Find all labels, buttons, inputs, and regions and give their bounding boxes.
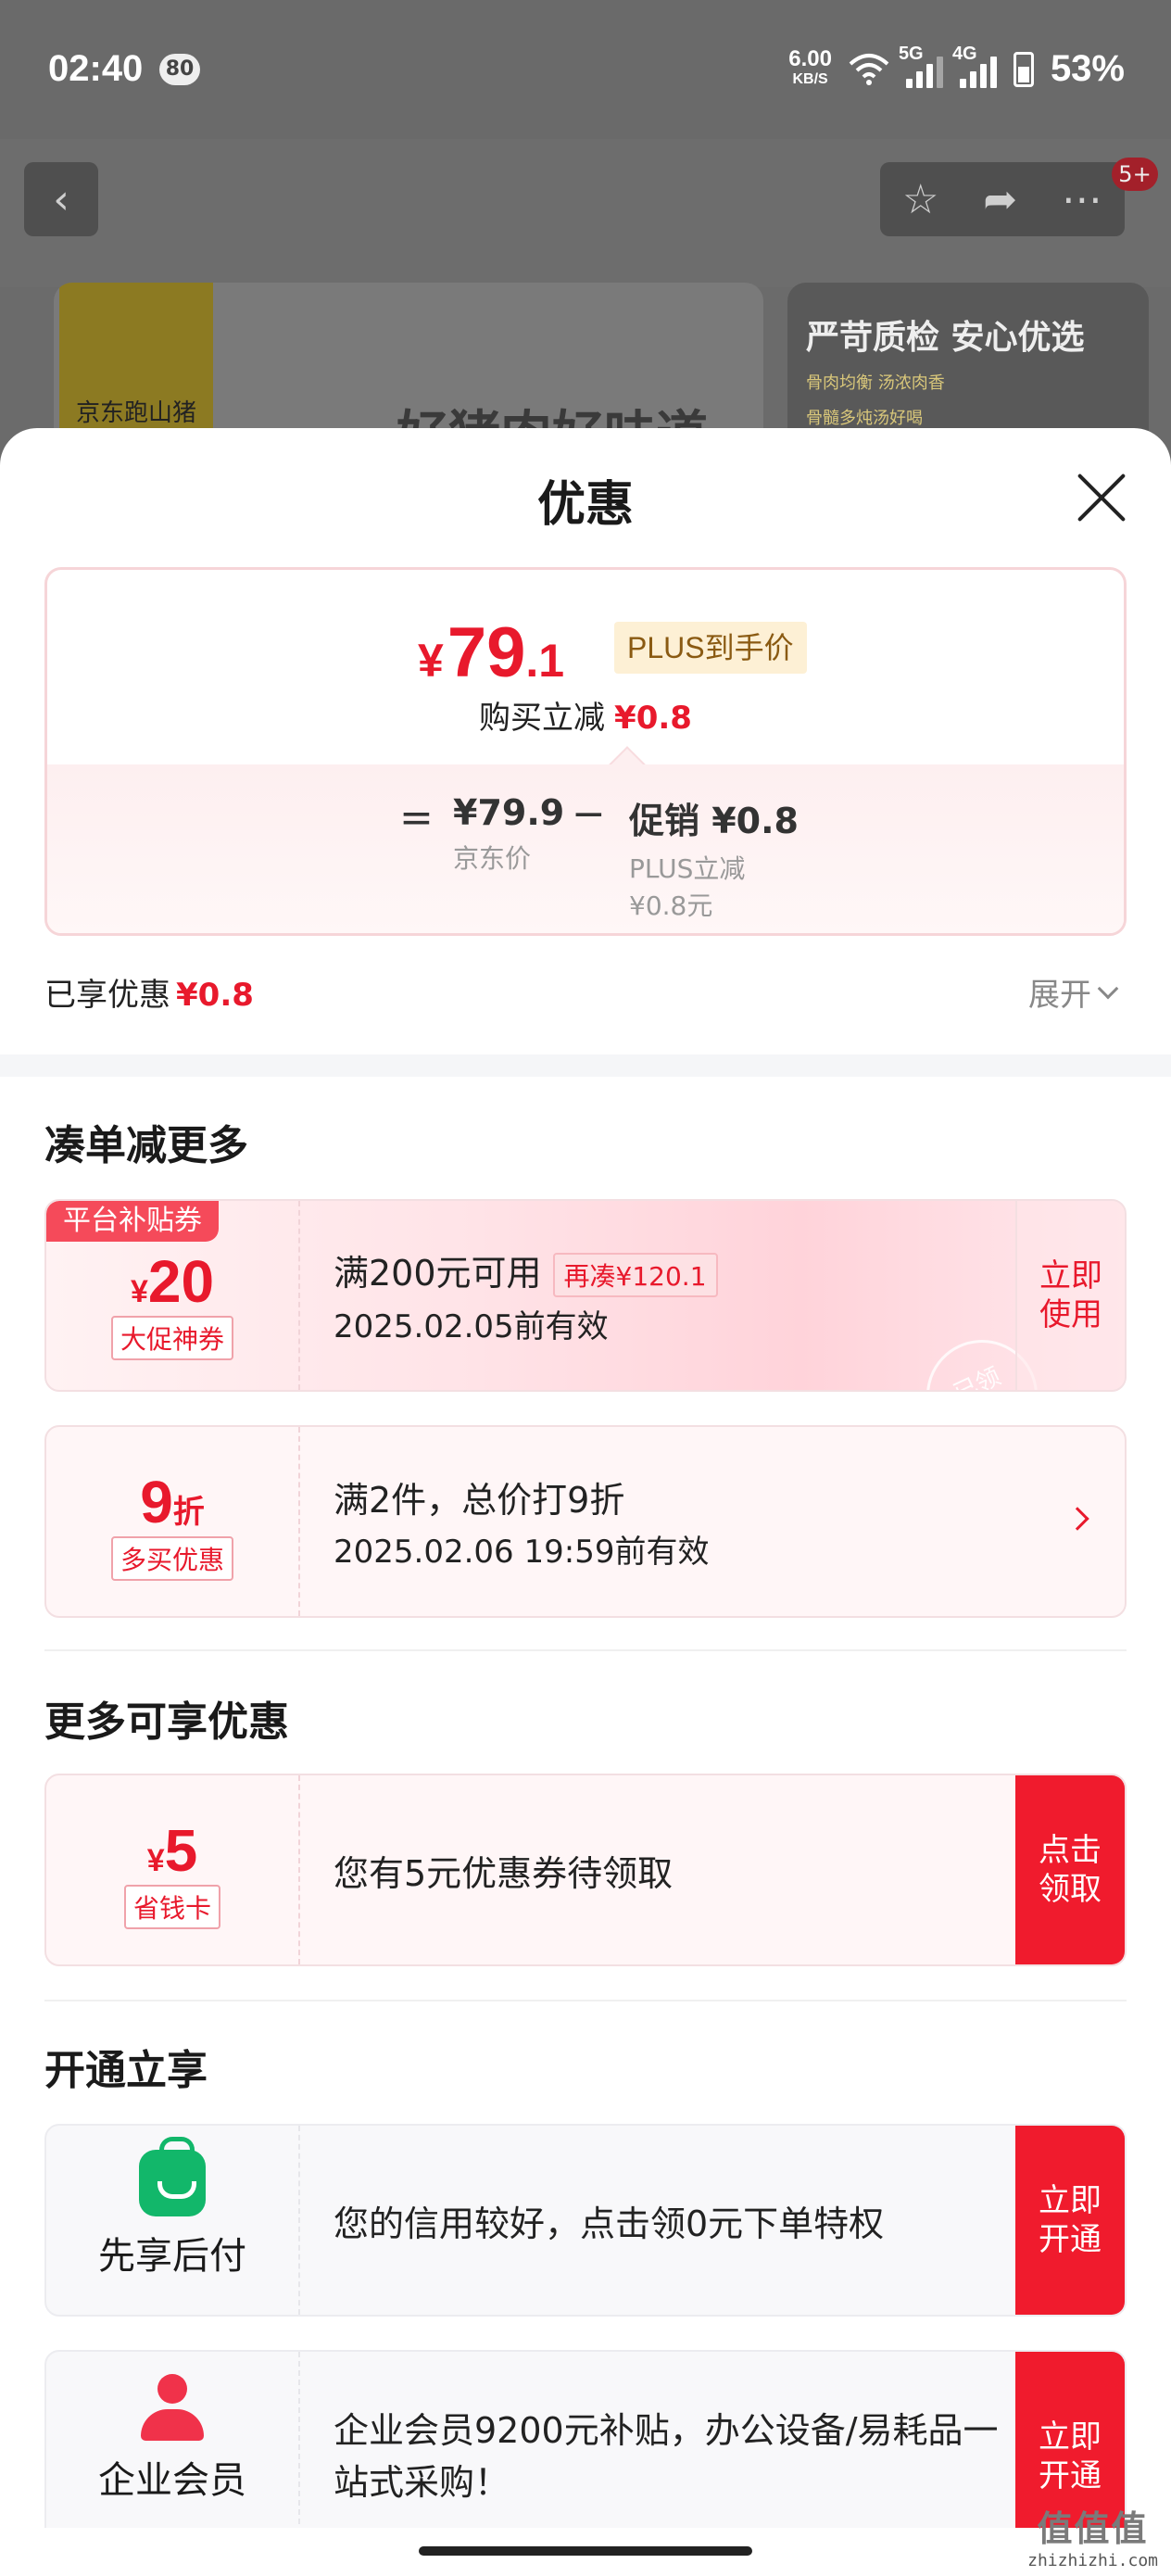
coupon-expiry: 2025.02.05前有效 [334, 1308, 609, 1346]
chevron-right-icon [1065, 1507, 1089, 1531]
pay-later-desc: 您的信用较好，点击领0元下单特权 [334, 2203, 885, 2244]
separator [44, 2000, 1127, 2001]
saving-card-details: 您有5元优惠券待领取 [334, 1775, 673, 1964]
chevron-down-icon [1097, 978, 1119, 999]
use-now-button[interactable]: 立即 使用 [1015, 1201, 1125, 1390]
status-time: 02:40 [48, 48, 144, 89]
separator [44, 1649, 1127, 1651]
jd-price: ¥79.9 京东价 [453, 792, 565, 874]
plus-price-tag: PLUS到手价 [614, 622, 807, 674]
coupon-amount: ¥20 [130, 1248, 215, 1315]
wifi-icon [849, 53, 889, 85]
coupon-gap-tag: 再凑¥120.1 [552, 1253, 718, 1298]
discount-expiry: 2025.02.06 19:59前有效 [334, 1534, 710, 1571]
claim-button[interactable]: 点击 领取 [1015, 1775, 1125, 1964]
sheet-title: 优惠 [536, 477, 634, 533]
coupon-value: 平台补贴券 ¥20 大促神券 [46, 1201, 300, 1390]
top-actions: ☆ ➦ ⋯ [880, 162, 1125, 236]
section-title-more: 更多可享优惠 [44, 1698, 289, 1746]
platform-coupon[interactable]: 平台补贴券 ¥20 大促神券 满200元可用 再凑¥120.1 2025.02.0… [44, 1199, 1127, 1392]
section-title-combine: 凑单减更多 [44, 1122, 248, 1169]
shopping-bag-icon [139, 2137, 206, 2216]
more-icon[interactable]: ⋯ [1062, 176, 1102, 223]
enterprise-desc: 企业会员9200元补贴，办公设备/易耗品一站式采购！ [334, 2410, 999, 2503]
saving-card-message: 您有5元优惠券待领取 [334, 1852, 674, 1894]
quality-chip: 骨髓多炖汤好喝 [806, 409, 923, 428]
quality-banner-title: 严苛质检 安心优选 [806, 319, 1085, 357]
coupon-corner-tag: 平台补贴券 [46, 1201, 219, 1242]
price-formula: = ¥79.9 京东价 − 促销 ¥0.8 PLUS立减 ¥0.8元 [47, 764, 1124, 933]
status-bar: 02:40 80 6.00 KB/S 5G 4G 53% [0, 0, 1171, 139]
battery-icon [1013, 51, 1034, 87]
coupon-condition: 满200元可用 [334, 1252, 542, 1294]
network-speed: 6.00 KB/S [788, 45, 832, 87]
status-badge: 80 [159, 54, 200, 85]
promo-discount: 促销 ¥0.8 PLUS立减 ¥0.8元 [629, 801, 799, 921]
discount-sheet: 优惠 ¥79.1 PLUS到手价 购买立减 ¥0.8 = ¥79.9 京东价 − … [0, 428, 1171, 2576]
enjoyed-discount: 已享优惠 ¥0.8 [44, 977, 254, 1014]
section-title-activate: 开通立享 [44, 2047, 208, 2094]
equals-sign: = [399, 794, 434, 841]
discount-condition: 满2件，总价打9折 [334, 1480, 625, 1521]
pay-later-service[interactable]: 先享后付 您的信用较好，点击领0元下单特权 立即 开通 [44, 2124, 1127, 2317]
pay-later-name: 先享后付 [98, 2235, 246, 2278]
home-indicator[interactable] [419, 2546, 752, 2556]
pay-later-badge: 先享后付 [46, 2126, 300, 2315]
instant-discount: 购买立减 ¥0.8 [479, 700, 692, 737]
watermark: 值值值 zhizhizhi.com [1027, 2508, 1158, 2570]
saving-card[interactable]: ¥5 省钱卡 您有5元优惠券待领取 点击 领取 [44, 1774, 1127, 1966]
chevron-left-icon: ‹ [53, 175, 69, 223]
discount-amount: 9折 [140, 1469, 205, 1535]
multi-buy-discount[interactable]: 9折 多买优惠 满2件，总价打9折 2025.02.06 19:59前有效 [44, 1425, 1127, 1618]
coupon-details: 满200元可用 再凑¥120.1 2025.02.05前有效 [334, 1201, 718, 1390]
saving-card-value: ¥5 省钱卡 [46, 1775, 300, 1964]
activate-pay-later-button[interactable]: 立即 开通 [1015, 2126, 1125, 2315]
discount-type-tag: 多买优惠 [110, 1536, 233, 1581]
back-button[interactable]: ‹ [24, 162, 98, 236]
pay-later-details: 您的信用较好，点击领0元下单特权 [334, 2126, 884, 2315]
minus-sign: − [572, 790, 606, 838]
saving-card-tag: 省钱卡 [123, 1885, 220, 1929]
status-icons: 6.00 KB/S 5G 4G 53% [788, 44, 1125, 90]
signal-4g-icon: 4G [952, 44, 997, 88]
price-summary: ¥79.1 PLUS到手价 购买立减 ¥0.8 = ¥79.9 京东价 − 促销 … [44, 567, 1127, 936]
saving-card-amount: ¥5 [146, 1817, 198, 1884]
enterprise-name: 企业会员 [98, 2459, 246, 2502]
close-icon[interactable] [1077, 473, 1127, 523]
discount-value: 9折 多买优惠 [46, 1427, 300, 1616]
coupon-type-tag: 大促神券 [110, 1316, 233, 1360]
section-divider [0, 1054, 1171, 1077]
final-price: ¥79.1 [418, 613, 565, 692]
quality-chip: 骨肉均衡 汤浓肉香 [806, 373, 945, 393]
share-icon[interactable]: ➦ [983, 176, 1017, 223]
home-indicator-bar [0, 2528, 1171, 2576]
discount-details: 满2件，总价打9折 2025.02.06 19:59前有效 [334, 1427, 709, 1616]
person-icon [137, 2374, 208, 2441]
expand-button[interactable]: 展开 [1028, 969, 1119, 1015]
battery-percent: 53% [1050, 48, 1125, 89]
signal-5g-icon: 5G [899, 44, 943, 88]
star-icon[interactable]: ☆ [902, 176, 938, 223]
cart-count-badge: 5+ [1112, 158, 1158, 191]
